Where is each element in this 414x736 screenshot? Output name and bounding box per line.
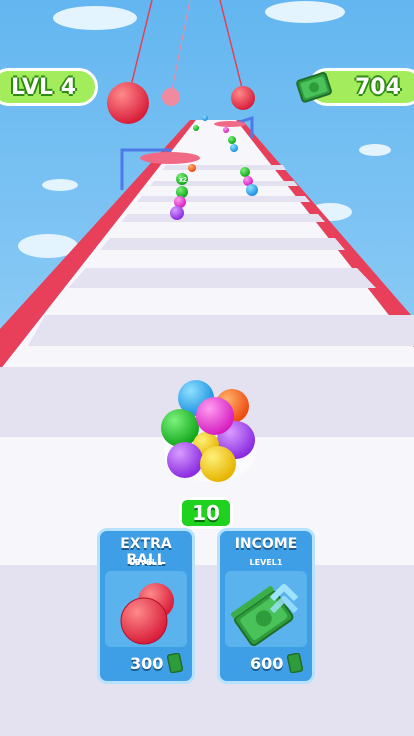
- extra-ball-upgrade-card[interactable]: EXTRA BALL LEVEL1 300: [97, 528, 195, 684]
- money-counter: 704: [296, 68, 414, 106]
- level-indicator: LVL 4: [0, 68, 98, 106]
- card-level: LEVEL1: [129, 558, 163, 567]
- level-label: LVL 4: [11, 74, 77, 100]
- cash-upgrade-icon: [230, 584, 299, 647]
- red-balls-icon: [120, 583, 174, 645]
- cash-icon: [296, 71, 332, 103]
- income-upgrade-card[interactable]: INCOME LEVEL1 600: [217, 528, 315, 684]
- multiplier-label: x2: [179, 177, 187, 184]
- card-title: INCOME: [234, 536, 298, 552]
- ball-count-badge: 10: [179, 497, 233, 529]
- cash-icon: [166, 653, 184, 673]
- money-amount: 704: [355, 74, 401, 100]
- cash-icon: [286, 653, 304, 673]
- card-price: 600: [250, 654, 284, 673]
- card-price: 300: [130, 654, 164, 673]
- card-level: LEVEL1: [249, 558, 283, 567]
- game-scene: x2: [0, 0, 414, 736]
